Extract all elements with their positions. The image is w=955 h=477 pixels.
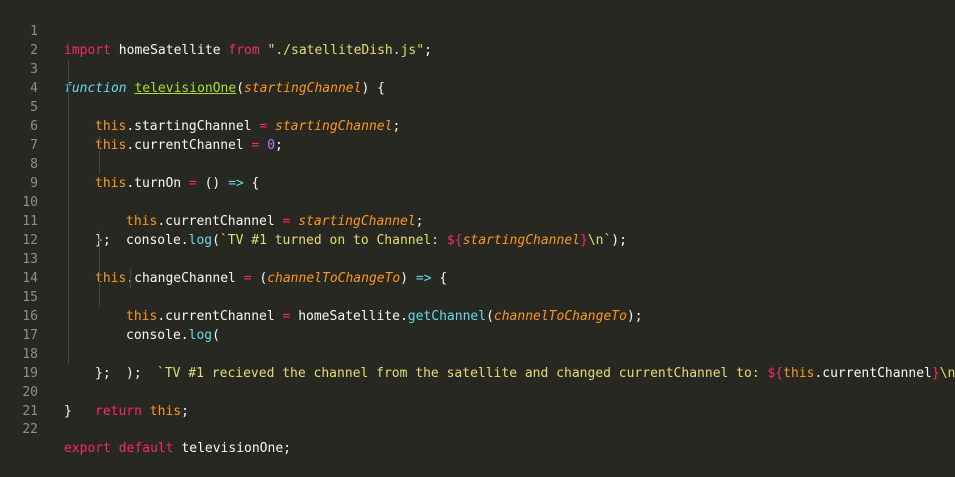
code-line[interactable]: 8 this.currentChannel = startingChannel; — [0, 136, 955, 229]
code-line[interactable]: 20 } — [0, 364, 955, 419]
line-content[interactable]: export default televisionOne; — [64, 439, 291, 458]
code-line[interactable]: 1 import homeSatellite from "./satellite… — [0, 3, 955, 58]
indent-guide — [68, 79, 69, 98]
indent-guide — [68, 250, 69, 269]
line-number: 22 — [22, 422, 38, 437]
code-line[interactable]: 18 — [0, 326, 955, 362]
code-line[interactable]: 15 `TV #1 recieved the channel from the … — [0, 269, 955, 381]
indent-guide — [99, 231, 100, 250]
code-line[interactable]: 17 }; — [0, 307, 955, 381]
indent-guide — [99, 250, 100, 269]
code-line[interactable]: 9 console.log(`TV #1 turned on to Channe… — [0, 155, 955, 248]
code-line[interactable]: 13 this.currentChannel = homeSatellite.g… — [0, 231, 955, 324]
code-line[interactable]: 11 — [0, 193, 955, 229]
code-line[interactable]: 4 this.startingChannel = startingChannel… — [0, 60, 955, 134]
indent-guide — [68, 231, 69, 250]
indent-guide — [99, 155, 100, 174]
code-line[interactable]: 3 function televisionOne(startingChannel… — [0, 41, 955, 96]
code-editor[interactable]: 1 import homeSatellite from "./satellite… — [0, 0, 955, 456]
code-line[interactable]: 19 return this; — [0, 345, 955, 419]
keyword-export: export — [64, 441, 111, 456]
code-line[interactable]: 16 ); — [0, 288, 955, 381]
code-line[interactable]: 5 this.currentChannel = 0; — [0, 79, 955, 153]
code-line[interactable]: 7 this.turnOn = () => { — [0, 117, 955, 191]
code-line[interactable]: 12 this.changeChannel = (channelToChange… — [0, 212, 955, 286]
indent-guide — [68, 307, 69, 326]
code-line[interactable]: 21 — [0, 383, 955, 419]
keyword-default: default — [118, 441, 174, 456]
indent-guide — [130, 269, 131, 288]
indent-guide — [68, 60, 69, 79]
indent-guide — [68, 288, 69, 307]
indent-guide — [68, 155, 69, 174]
indent-guide — [68, 345, 69, 364]
code-line[interactable]: 2 — [0, 22, 955, 58]
indent-guide — [99, 269, 100, 288]
indent-guide — [68, 326, 69, 345]
indent-guide — [68, 193, 69, 212]
code-line[interactable]: 10 }; — [0, 174, 955, 248]
indent-guide — [68, 269, 69, 288]
code-line[interactable]: 14 console.log( — [0, 250, 955, 343]
indent-guide — [68, 117, 69, 136]
indent-guide — [68, 212, 69, 231]
identifier: televisionOne; — [173, 441, 291, 456]
indent-guide — [68, 98, 69, 117]
code-line[interactable]: 22 export default televisionOne; — [0, 401, 955, 456]
code-line[interactable]: 6 — [0, 98, 955, 134]
indent-guide — [99, 136, 100, 155]
indent-guide — [99, 288, 100, 307]
indent-guide — [68, 136, 69, 155]
indent-guide — [68, 174, 69, 193]
